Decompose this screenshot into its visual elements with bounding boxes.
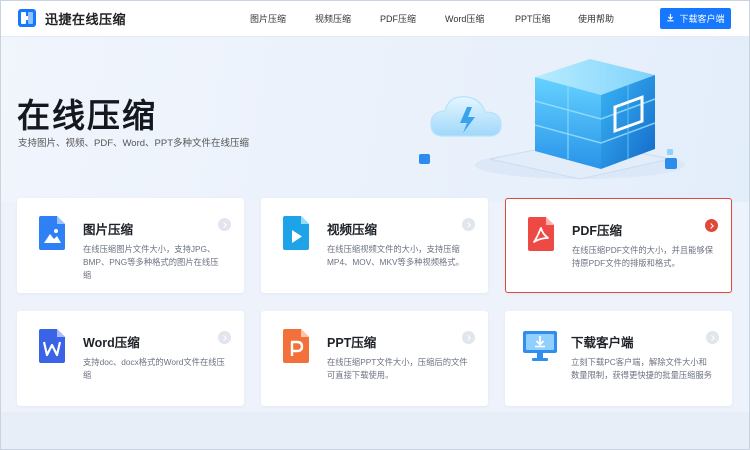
card-description: 立刻下载PC客户端，解除文件大小和数量限制，获得更快捷的批量压缩服务: [571, 357, 713, 380]
ppt-file-icon: [283, 329, 309, 363]
card-download-client[interactable]: 下载客户端 立刻下载PC客户端，解除文件大小和数量限制，获得更快捷的批量压缩服务: [505, 311, 732, 406]
chevron-right-icon[interactable]: [462, 331, 475, 344]
chevron-right-icon[interactable]: [218, 331, 231, 344]
card-title: PDF压缩: [572, 224, 623, 238]
nav-pdf-compress[interactable]: PDF压缩: [380, 12, 416, 25]
hero-banner: 在线压缩 支持图片、视频、PDF、Word、PPT多种文件在线压缩: [0, 37, 750, 202]
bottom-background: [0, 412, 750, 450]
chevron-right-icon[interactable]: [706, 331, 719, 344]
card-title: 下载客户端: [571, 336, 634, 350]
nav-image-compress[interactable]: 图片压缩: [250, 12, 286, 25]
hero-title: 在线压缩: [17, 97, 157, 134]
card-word-compress[interactable]: Word压缩 支持doc、docx格式的Word文件在线压缩: [17, 311, 244, 406]
card-description: 支持doc、docx格式的Word文件在线压缩: [83, 357, 225, 380]
card-description: 在线压缩视频文件的大小，支持压缩MP4、MOV、MKV等多种视频格式。: [327, 244, 464, 267]
chevron-right-icon[interactable]: [462, 218, 475, 231]
image-file-icon: [39, 216, 65, 250]
download-icon: [666, 13, 675, 24]
card-description: 在线压缩PDF文件的大小，并且能够保持原PDF文件的排版和格式。: [572, 245, 714, 268]
card-title: PPT压缩: [327, 336, 377, 350]
hero-subtitle: 支持图片、视频、PDF、Word、PPT多种文件在线压缩: [18, 138, 250, 149]
nav-help[interactable]: 使用帮助: [578, 12, 614, 25]
card-image-compress[interactable]: 图片压缩 在线压缩图片文件大小，支持JPG、BMP、PNG等多种格式的图片在线压…: [17, 198, 244, 293]
pdf-file-icon: [528, 217, 554, 251]
nav-video-compress[interactable]: 视频压缩: [315, 12, 351, 25]
download-client-button[interactable]: 下载客户端: [660, 8, 731, 29]
video-file-icon: [283, 216, 309, 250]
nav-word-compress[interactable]: Word压缩: [445, 12, 484, 25]
card-title: Word压缩: [83, 336, 140, 350]
word-file-icon: [39, 329, 65, 363]
hero-illustration: [419, 59, 685, 180]
card-title: 图片压缩: [83, 223, 134, 237]
nav-ppt-compress[interactable]: PPT压缩: [515, 12, 551, 25]
top-nav: 图片压缩 视频压缩 PDF压缩 Word压缩 PPT压缩 使用帮助: [0, 12, 750, 28]
chevron-right-icon[interactable]: [218, 218, 231, 231]
card-description: 在线压缩图片文件大小，支持JPG、BMP、PNG等多种格式的图片在线压缩: [83, 244, 219, 280]
card-video-compress[interactable]: 视频压缩 在线压缩视频文件的大小，支持压缩MP4、MOV、MKV等多种视频格式。: [261, 198, 488, 293]
chevron-right-icon[interactable]: [705, 219, 718, 232]
card-title: 视频压缩: [327, 223, 378, 237]
card-pdf-compress[interactable]: PDF压缩 在线压缩PDF文件的大小，并且能够保持原PDF文件的排版和格式。: [505, 198, 732, 293]
card-ppt-compress[interactable]: PPT压缩 在线压缩PPT文件大小，压缩后的文件可直接下载使用。: [261, 311, 488, 406]
download-client-label: 下载客户端: [679, 14, 725, 24]
desktop-download-icon: [523, 331, 557, 361]
top-header: 迅捷在线压缩 图片压缩 视频压缩 PDF压缩 Word压缩 PPT压缩 使用帮助…: [0, 0, 750, 37]
card-description: 在线压缩PPT文件大小，压缩后的文件可直接下载使用。: [327, 357, 468, 380]
